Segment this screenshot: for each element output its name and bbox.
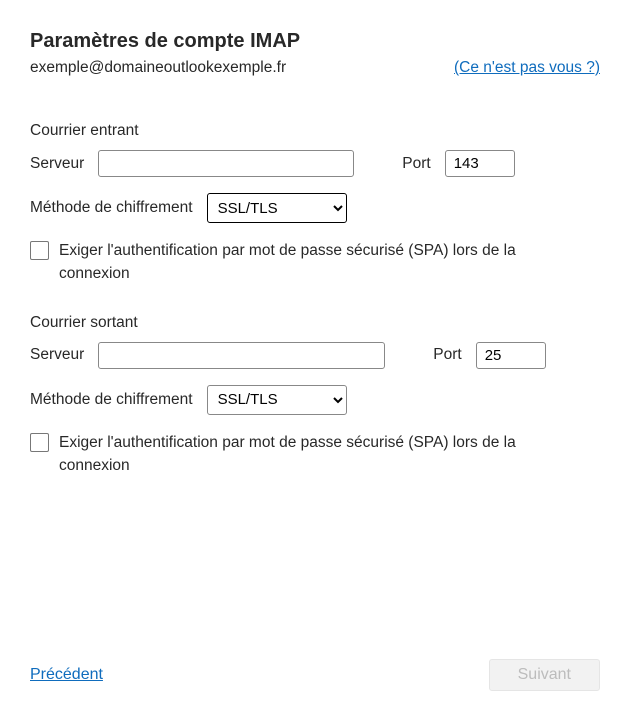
incoming-server-input[interactable]: [98, 150, 354, 177]
incoming-encryption-label: Méthode de chiffrement: [30, 199, 193, 217]
account-email: exemple@domaineoutlookexemple.fr: [30, 59, 286, 77]
incoming-server-row: Serveur Port: [30, 150, 600, 177]
outgoing-server-label: Serveur: [30, 346, 84, 364]
next-button[interactable]: Suivant: [489, 659, 600, 691]
subtitle-row: exemple@domaineoutlookexemple.fr (Ce n'e…: [30, 59, 600, 77]
incoming-spa-label: Exiger l'authentification par mot de pas…: [59, 239, 559, 286]
outgoing-encryption-label: Méthode de chiffrement: [30, 391, 193, 409]
incoming-spa-row: Exiger l'authentification par mot de pas…: [30, 239, 600, 286]
incoming-encryption-row: Méthode de chiffrement SSL/TLS: [30, 193, 600, 223]
outgoing-spa-checkbox[interactable]: [30, 433, 49, 452]
outgoing-server-input[interactable]: [98, 342, 385, 369]
incoming-port-label: Port: [402, 155, 430, 173]
incoming-server-label: Serveur: [30, 155, 84, 173]
outgoing-encryption-row: Méthode de chiffrement SSL/TLS: [30, 385, 600, 415]
incoming-encryption-select[interactable]: SSL/TLS: [207, 193, 347, 223]
outgoing-spa-row: Exiger l'authentification par mot de pas…: [30, 431, 600, 478]
outgoing-encryption-select[interactable]: SSL/TLS: [207, 385, 347, 415]
outgoing-heading: Courrier sortant: [30, 314, 600, 332]
outgoing-spa-label: Exiger l'authentification par mot de pas…: [59, 431, 559, 478]
outgoing-server-row: Serveur Port: [30, 342, 600, 369]
incoming-port-input[interactable]: [445, 150, 515, 177]
incoming-heading: Courrier entrant: [30, 122, 600, 140]
footer: Précédent Suivant: [30, 659, 600, 691]
previous-button[interactable]: Précédent: [30, 666, 103, 684]
page-title: Paramètres de compte IMAP: [30, 30, 600, 53]
outgoing-port-label: Port: [433, 346, 461, 364]
not-you-link[interactable]: (Ce n'est pas vous ?): [454, 59, 600, 77]
incoming-spa-checkbox[interactable]: [30, 241, 49, 260]
outgoing-port-input[interactable]: [476, 342, 546, 369]
